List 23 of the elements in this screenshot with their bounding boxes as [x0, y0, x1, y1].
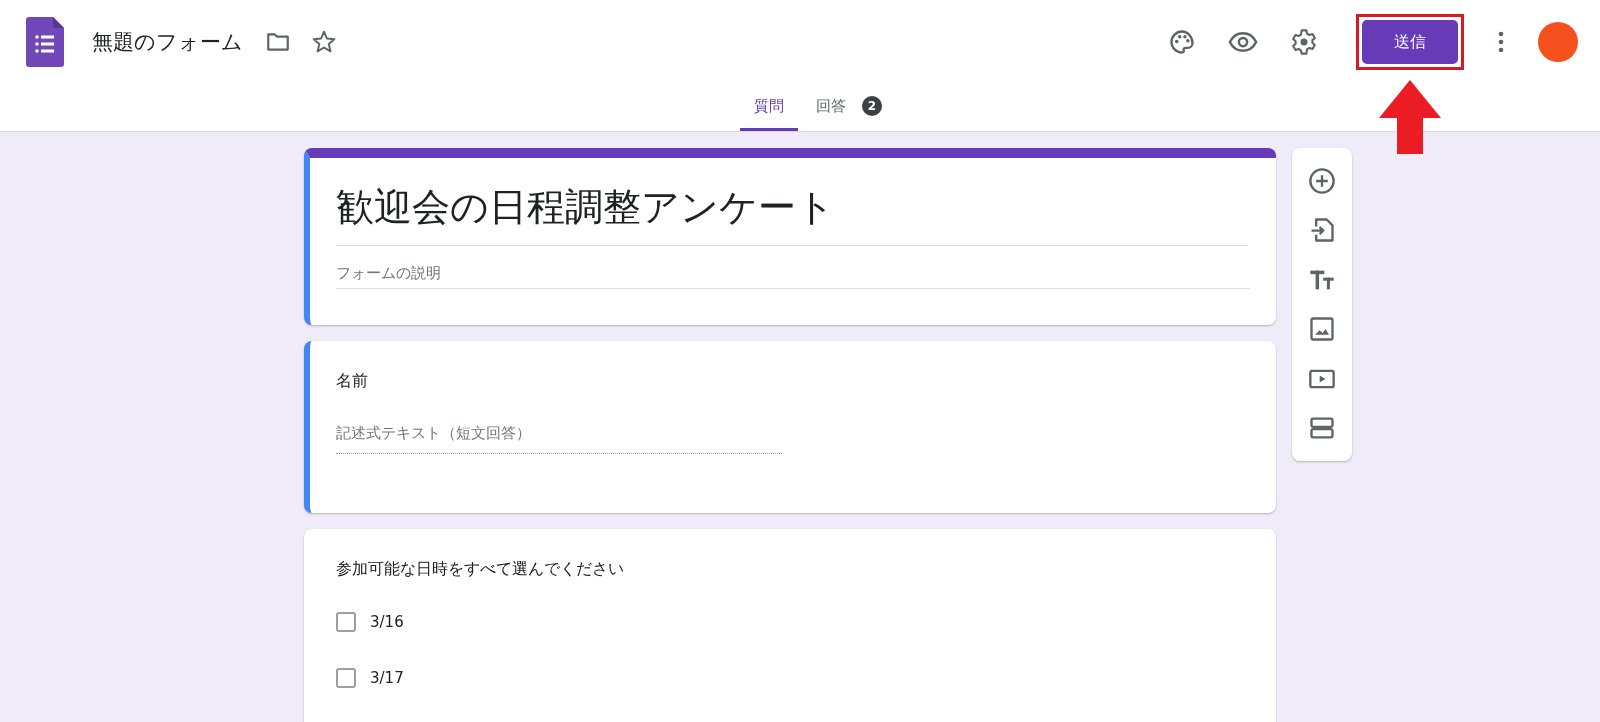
send-button[interactable]: 送信 [1362, 20, 1458, 64]
question-title: 名前 [336, 371, 369, 392]
settings-icon[interactable] [1290, 28, 1318, 56]
form-heading[interactable]: 歓迎会の日程調整アンケート [336, 182, 1248, 246]
more-icon[interactable] [1498, 31, 1504, 53]
image-icon[interactable] [1308, 315, 1336, 344]
tab[interactable]: 質問 [740, 84, 798, 131]
add-question-icon[interactable] [1308, 166, 1336, 195]
tab[interactable]: 回答 [802, 84, 860, 131]
question-title: 参加可能な日時をすべて選んでください [336, 559, 625, 580]
count-badge: 2 [862, 95, 882, 116]
checkbox[interactable] [336, 612, 356, 632]
option-label: 3/17 [370, 669, 404, 687]
checkbox[interactable] [336, 668, 356, 688]
palette-icon[interactable] [1168, 28, 1196, 56]
form-title[interactable]: 無題のフォーム [92, 28, 243, 56]
avatar[interactable] [1538, 22, 1578, 62]
question-card[interactable]: 名前 記述式テキスト（短文回答） [304, 341, 1276, 513]
option-label: 3/16 [370, 613, 404, 631]
forms-logo-icon[interactable] [26, 17, 64, 67]
star-icon[interactable] [311, 29, 337, 55]
short-answer-placeholder: 記述式テキスト（短文回答） [336, 424, 782, 454]
question-card[interactable]: 参加可能な日時をすべて選んでください 3/16 3/17 [304, 529, 1276, 722]
